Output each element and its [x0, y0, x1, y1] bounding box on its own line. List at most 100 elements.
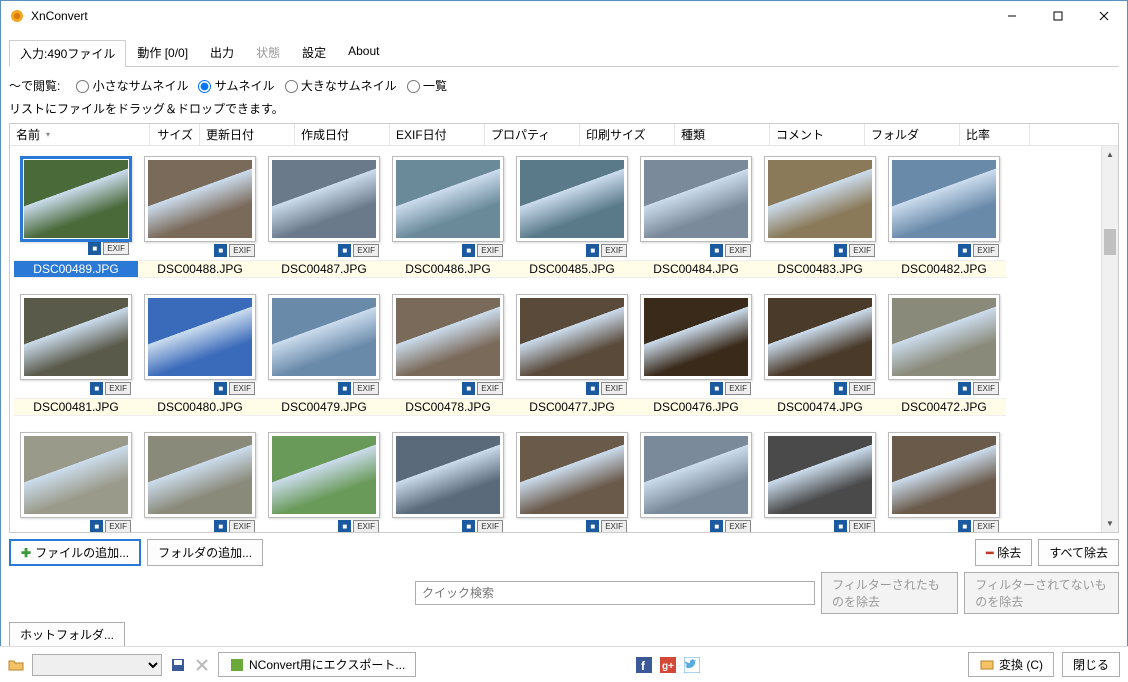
- column-header[interactable]: 種類: [675, 124, 770, 145]
- thumbnail-item[interactable]: ■EXIF: [758, 426, 882, 532]
- view-option[interactable]: 一覧: [397, 79, 447, 93]
- exif-badge: EXIF: [849, 382, 875, 395]
- thumbnail-filename: DSC00472.JPG: [882, 398, 1006, 416]
- thumbnail-filename: DSC00479.JPG: [262, 398, 386, 416]
- delete-icon[interactable]: [194, 657, 210, 673]
- add-folder-button[interactable]: フォルダの追加...: [147, 539, 263, 566]
- column-header[interactable]: 比率: [960, 124, 1030, 145]
- thumbnail-item[interactable]: ■EXIF: [262, 426, 386, 532]
- thumbnail-item[interactable]: ■EXIFDSC00479.JPG: [262, 288, 386, 426]
- hot-folder-button[interactable]: ホットフォルダ...: [9, 622, 125, 647]
- exif-badge: EXIF: [973, 520, 999, 532]
- thumbnail-item[interactable]: ■EXIF: [510, 426, 634, 532]
- column-header[interactable]: 名前▾: [10, 124, 150, 145]
- thumbnail-item[interactable]: ■EXIFDSC00488.JPG: [138, 150, 262, 288]
- thumbnail-filename: DSC00476.JPG: [634, 398, 758, 416]
- thumbnail-filename: DSC00486.JPG: [386, 260, 510, 278]
- scroll-handle[interactable]: [1104, 229, 1116, 255]
- column-header[interactable]: フォルダ: [865, 124, 960, 145]
- remove-filtered-button[interactable]: フィルターされたものを除去: [821, 572, 958, 614]
- tab-設定[interactable]: 設定: [291, 39, 337, 66]
- info-badge: ■: [834, 382, 847, 395]
- close-button[interactable]: [1081, 1, 1127, 31]
- exif-badge: EXIF: [477, 382, 503, 395]
- column-header[interactable]: 作成日付: [295, 124, 390, 145]
- thumbnail-item[interactable]: ■EXIFDSC00483.JPG: [758, 150, 882, 288]
- quick-search-input[interactable]: [415, 581, 815, 605]
- view-mode-row: ～で閲覧: 小さなサムネイル サムネイル 大きなサムネイル 一覧: [9, 77, 1119, 94]
- view-option[interactable]: 小さなサムネイル: [66, 79, 188, 93]
- thumbnail-item[interactable]: ■EXIFDSC00489.JPG: [14, 150, 138, 288]
- column-header[interactable]: 更新日付: [200, 124, 295, 145]
- remove-unfiltered-button[interactable]: フィルターされてないものを除去: [964, 572, 1119, 614]
- info-badge: ■: [586, 382, 599, 395]
- minimize-button[interactable]: [989, 1, 1035, 31]
- info-badge: ■: [958, 244, 971, 257]
- convert-button[interactable]: 変換 (C): [968, 652, 1054, 677]
- tab-状態[interactable]: 状態: [245, 39, 291, 66]
- thumbnail-item[interactable]: ■EXIFDSC00477.JPG: [510, 288, 634, 426]
- tab-動作 [0/0][interactable]: 動作 [0/0]: [126, 39, 199, 66]
- thumbnail-item[interactable]: ■EXIFDSC00484.JPG: [634, 150, 758, 288]
- add-files-button[interactable]: ✚ファイルの追加...: [9, 539, 141, 566]
- column-header[interactable]: 印刷サイズ: [580, 124, 675, 145]
- tab-入力:490ファイル[interactable]: 入力:490ファイル: [9, 40, 126, 67]
- info-badge: ■: [710, 520, 723, 532]
- googleplus-icon[interactable]: g+: [660, 657, 676, 673]
- vertical-scrollbar[interactable]: ▲ ▼: [1101, 146, 1118, 532]
- info-badge: ■: [338, 382, 351, 395]
- minus-icon: ━: [986, 546, 993, 560]
- exif-badge: EXIF: [105, 382, 131, 395]
- facebook-icon[interactable]: f: [636, 657, 652, 673]
- thumbnail-item[interactable]: ■EXIFDSC00478.JPG: [386, 288, 510, 426]
- exif-badge: EXIF: [477, 244, 503, 257]
- thumbnail-item[interactable]: ■EXIF: [634, 426, 758, 532]
- close-app-button[interactable]: 閉じる: [1062, 652, 1120, 677]
- info-badge: ■: [958, 520, 971, 532]
- drop-hint: リストにファイルをドラッグ＆ドロップできます。: [9, 100, 1119, 117]
- exif-badge: EXIF: [601, 382, 627, 395]
- thumbnail-item[interactable]: ■EXIF: [882, 426, 1006, 532]
- remove-all-button[interactable]: すべて除去: [1038, 539, 1119, 566]
- save-icon[interactable]: [170, 657, 186, 673]
- svg-text:g+: g+: [662, 661, 674, 672]
- info-badge: ■: [586, 520, 599, 532]
- thumbnail-item[interactable]: ■EXIFDSC00476.JPG: [634, 288, 758, 426]
- column-header[interactable]: サイズ: [150, 124, 200, 145]
- thumbnail-item[interactable]: ■EXIF: [14, 426, 138, 532]
- info-badge: ■: [214, 244, 227, 257]
- column-header[interactable]: EXIF日付: [390, 124, 485, 145]
- scroll-down-icon[interactable]: ▼: [1102, 515, 1118, 532]
- thumbnail-item[interactable]: ■EXIFDSC00481.JPG: [14, 288, 138, 426]
- thumbnail-item[interactable]: ■EXIFDSC00486.JPG: [386, 150, 510, 288]
- export-nconvert-button[interactable]: NConvert用にエクスポート...: [218, 652, 416, 677]
- thumbnail-item[interactable]: ■EXIFDSC00487.JPG: [262, 150, 386, 288]
- column-header[interactable]: プロパティ: [485, 124, 580, 145]
- view-option[interactable]: 大きなサムネイル: [275, 79, 397, 93]
- thumbnail-grid: ■EXIFDSC00489.JPG■EXIFDSC00488.JPG■EXIFD…: [10, 146, 1101, 532]
- scroll-up-icon[interactable]: ▲: [1102, 146, 1118, 163]
- maximize-button[interactable]: [1035, 1, 1081, 31]
- thumbnail-item[interactable]: ■EXIFDSC00482.JPG: [882, 150, 1006, 288]
- bottom-toolbar: NConvert用にエクスポート... f g+ 変換 (C) 閉じる: [0, 646, 1128, 682]
- tab-出力[interactable]: 出力: [199, 39, 245, 66]
- info-badge: ■: [90, 520, 103, 532]
- preset-select[interactable]: [32, 654, 162, 676]
- thumbnail-filename: DSC00474.JPG: [758, 398, 882, 416]
- view-option[interactable]: サムネイル: [188, 79, 274, 93]
- thumbnail-item[interactable]: ■EXIFDSC00485.JPG: [510, 150, 634, 288]
- folder-open-icon[interactable]: [8, 657, 24, 673]
- thumbnail-item[interactable]: ■EXIF: [138, 426, 262, 532]
- remove-button[interactable]: ━除去: [975, 539, 1032, 566]
- tab-About[interactable]: About: [337, 39, 390, 66]
- column-header[interactable]: コメント: [770, 124, 865, 145]
- thumbnail-item[interactable]: ■EXIF: [386, 426, 510, 532]
- exif-badge: EXIF: [973, 244, 999, 257]
- thumbnail-item[interactable]: ■EXIFDSC00480.JPG: [138, 288, 262, 426]
- thumbnail-item[interactable]: ■EXIFDSC00472.JPG: [882, 288, 1006, 426]
- export-icon: [229, 657, 245, 673]
- twitter-icon[interactable]: [684, 657, 700, 673]
- exif-badge: EXIF: [601, 520, 627, 532]
- info-badge: ■: [834, 244, 847, 257]
- thumbnail-item[interactable]: ■EXIF DSC00474.JPG: [758, 288, 882, 426]
